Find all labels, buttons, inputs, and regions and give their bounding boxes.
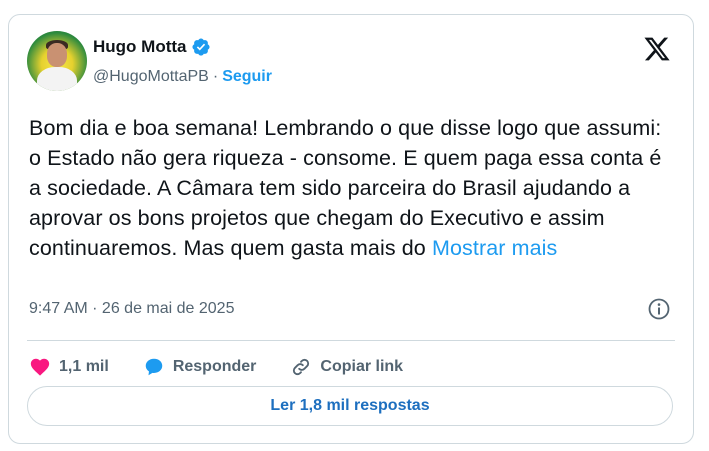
author-name[interactable]: Hugo Motta (93, 37, 186, 57)
link-icon (293, 358, 310, 376)
read-replies-button[interactable]: Ler 1,8 mil respostas (27, 386, 673, 426)
action-bar: 1,1 mil Responder Copiar link (29, 348, 437, 386)
like-button[interactable]: 1,1 mil (29, 356, 109, 378)
divider (27, 340, 675, 341)
author-handle[interactable]: @HugoMottaPB (93, 68, 209, 86)
heart-icon (30, 358, 50, 376)
like-count: 1,1 mil (59, 358, 109, 375)
tweet-text: Bom dia e boa semana! Lembrando o que di… (29, 113, 679, 263)
handle-separator: · (212, 68, 219, 85)
reply-bubble-icon (145, 358, 163, 376)
verified-badge-icon (192, 38, 211, 56)
reply-button[interactable]: Responder (143, 356, 257, 378)
tweet-header: Hugo Motta @HugoMottaPB · Seguir (27, 31, 675, 91)
avatar[interactable] (27, 31, 87, 91)
author-handle-row: @HugoMottaPB · Seguir (93, 68, 272, 86)
x-logo-icon[interactable] (643, 35, 671, 63)
tweet-timestamp[interactable]: 9:47 AM · 26 de mai de 2025 (29, 300, 234, 318)
copy-link-button[interactable]: Copiar link (290, 356, 403, 378)
show-more-link[interactable]: Mostrar mais (432, 236, 557, 260)
follow-button[interactable]: Seguir (222, 68, 272, 86)
tweet-card: Hugo Motta @HugoMottaPB · Seguir Bom dia… (8, 14, 694, 444)
tweet-body: Bom dia e boa semana! Lembrando o que di… (29, 116, 662, 260)
info-icon[interactable] (647, 297, 671, 321)
reply-label: Responder (172, 358, 257, 375)
author-name-row: Hugo Motta (93, 37, 211, 57)
copy-link-label: Copiar link (320, 358, 404, 375)
